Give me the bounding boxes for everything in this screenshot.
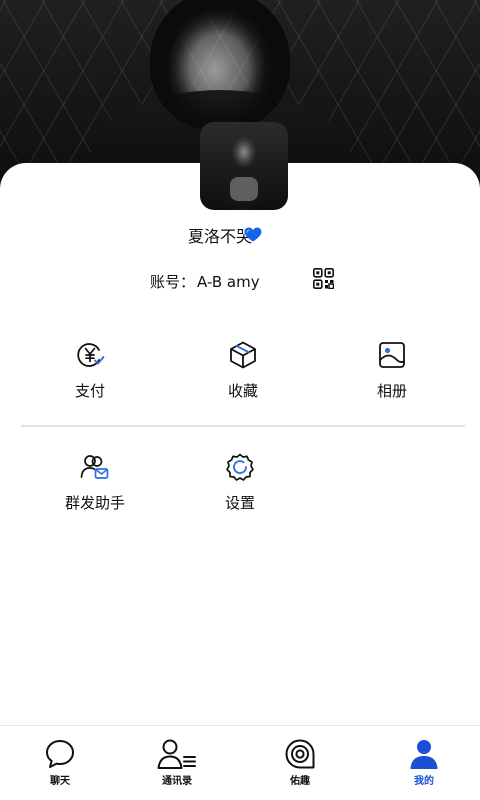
account-id: 账号： A-B amy xyxy=(150,271,260,292)
payment-label: 支付 xyxy=(74,382,105,400)
group-message-label: 群发助手 xyxy=(64,494,125,512)
tab-contacts-label: 通讯录 xyxy=(162,776,192,787)
menu-item-settings[interactable]: 设置 xyxy=(190,452,290,513)
menu-item-payment[interactable]: 支付 xyxy=(40,340,140,401)
favorites-label: 收藏 xyxy=(227,382,258,400)
avatar[interactable] xyxy=(200,122,288,210)
blue-heart-icon xyxy=(244,227,262,242)
menu-item-album[interactable]: 相册 xyxy=(342,340,442,401)
bottom-tab-bar: 聊天 通讯录 佑趣 我的 xyxy=(0,725,480,800)
tab-chat[interactable]: 聊天 xyxy=(20,738,100,787)
tab-discover-label: 佑趣 xyxy=(290,776,310,787)
tab-contacts[interactable]: 通讯录 xyxy=(137,738,217,787)
nickname: 夏洛不哭 xyxy=(0,223,440,247)
account-value: A-B amy xyxy=(197,273,260,291)
photo-album-icon xyxy=(379,342,405,368)
menu-divider xyxy=(21,425,465,427)
settings-gear-icon xyxy=(226,453,254,481)
box-favorites-icon xyxy=(230,341,256,369)
discover-icon xyxy=(285,739,315,769)
menu-item-group-message[interactable]: 群发助手 xyxy=(45,452,145,513)
avatar-figure xyxy=(230,177,258,201)
album-label: 相册 xyxy=(376,382,407,400)
tab-me[interactable]: 我的 xyxy=(384,738,464,787)
settings-label: 设置 xyxy=(224,494,255,512)
cover-figure-hair xyxy=(150,0,290,130)
menu-item-favorites[interactable]: 收藏 xyxy=(193,340,293,401)
account-label: 账号： xyxy=(150,273,196,291)
me-person-icon xyxy=(410,740,438,769)
tab-chat-label: 聊天 xyxy=(50,776,70,787)
contacts-icon xyxy=(157,739,196,769)
qr-code-icon[interactable] xyxy=(313,268,334,289)
profile-screen: 夏洛不哭 账号： A-B amy 支付 收藏 相册 群发助手 设置 聊天 通讯录… xyxy=(0,0,480,800)
chat-bubble-icon xyxy=(46,740,74,768)
tab-discover[interactable]: 佑趣 xyxy=(260,738,340,787)
tab-me-label: 我的 xyxy=(414,776,434,787)
group-message-icon xyxy=(80,455,109,479)
yuan-payment-icon xyxy=(77,343,105,367)
